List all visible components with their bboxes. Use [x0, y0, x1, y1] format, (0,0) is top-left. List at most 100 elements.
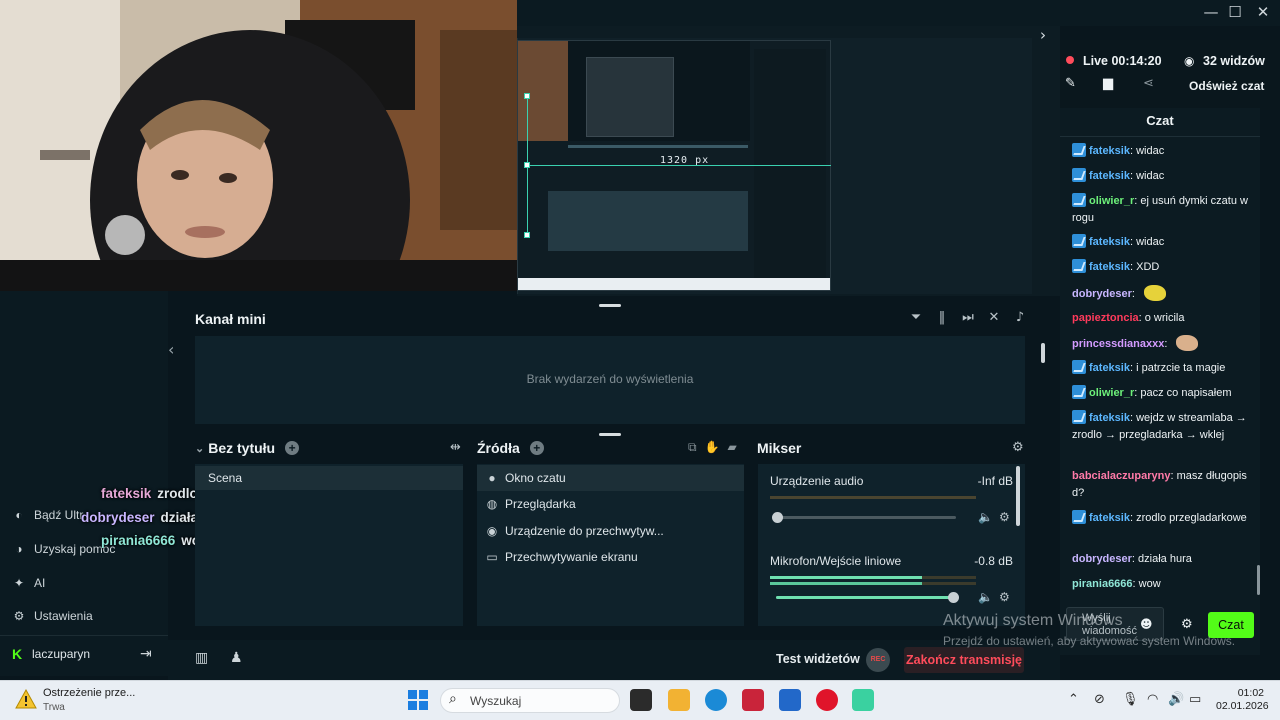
bell-icon[interactable]: ♟ — [230, 650, 243, 666]
volume-icon[interactable]: 🔊 — [1168, 692, 1184, 707]
kick-logo-icon: K — [12, 646, 23, 662]
logout-icon[interactable]: ⇥ — [140, 645, 152, 662]
resize-handle[interactable] — [524, 232, 530, 238]
volume-icon[interactable]: ♪ — [1012, 310, 1028, 325]
test-widgets-button[interactable]: Test widżetów — [776, 652, 860, 666]
antivirus-icon[interactable] — [742, 689, 764, 711]
chat-user[interactable]: princessdianaxxx — [1072, 338, 1164, 350]
file-explorer-icon[interactable] — [668, 689, 690, 711]
source-item[interactable]: ◍ Przeglądarka — [477, 491, 744, 517]
edge-icon[interactable] — [705, 689, 727, 711]
chat-user[interactable]: pirania6666 — [1072, 578, 1133, 590]
help-icon: ◑ — [15, 542, 23, 556]
emoji-icon[interactable]: ☻ — [1140, 617, 1153, 631]
hand-icon[interactable]: ✋ — [705, 440, 720, 455]
chat-title: Czat — [1146, 113, 1174, 128]
badge-icon — [1072, 410, 1086, 424]
chat-user[interactable]: babcialaczuparyny — [1072, 470, 1170, 482]
skip-icon[interactable]: ⏭ — [960, 310, 976, 325]
chat-message: princessdianaxxx: — [1072, 335, 1252, 353]
pencil-icon[interactable]: ✎ — [1065, 76, 1076, 91]
opera-icon[interactable] — [816, 689, 838, 711]
mini-feed-empty: Brak wydarzeń do wyświetlenia — [526, 372, 694, 386]
chevron-down-icon[interactable]: ⌄ — [195, 442, 204, 455]
scrollbar[interactable] — [1041, 343, 1045, 363]
taskbar-search[interactable] — [440, 688, 620, 713]
folder-icon[interactable]: ▰ — [728, 440, 737, 455]
speaker-icon[interactable]: 🔈 — [978, 510, 993, 524]
chevron-up-icon[interactable]: ⌃ — [1068, 692, 1079, 707]
add-scene-button[interactable]: + — [285, 441, 300, 455]
transition-icon[interactable]: ⇹ — [450, 440, 461, 455]
volume-slider[interactable] — [772, 512, 956, 523]
mute-alerts-icon[interactable]: ✕ — [986, 310, 1002, 325]
slider-knob[interactable] — [772, 512, 783, 523]
chat-user[interactable]: dobrydeser — [1072, 288, 1132, 300]
camera-icon[interactable]: ▆ — [1103, 76, 1113, 91]
chat-user[interactable]: fateksik — [1089, 412, 1130, 424]
chat-user[interactable]: fateksik — [1089, 261, 1130, 273]
gear-icon[interactable]: ⚙ — [999, 590, 1010, 604]
chat-user[interactable]: fateksik — [1089, 145, 1130, 157]
slider-knob[interactable] — [948, 592, 959, 603]
sidebar-item-settings[interactable]: ⚙ Ustawienia — [12, 609, 93, 623]
scrollbar[interactable] — [1016, 466, 1020, 526]
wifi-icon[interactable]: ◠ — [1147, 692, 1158, 707]
microphone-icon[interactable]: 🎙 — [1122, 692, 1139, 707]
warning-title[interactable]: Ostrzeżenie prze... — [43, 687, 135, 699]
network-off-icon[interactable]: ⊘ — [1094, 692, 1105, 707]
gear-icon[interactable]: ⚙ — [1012, 440, 1024, 455]
rec-button[interactable]: REC — [866, 648, 890, 672]
minimize-button[interactable]: — — [1200, 3, 1222, 21]
drag-handle[interactable] — [599, 304, 621, 307]
maximize-button[interactable]: ☐ — [1224, 3, 1246, 21]
taskbar-clock[interactable]: 01:02 02.01.2026 — [1216, 687, 1269, 713]
chat-user[interactable]: fateksik — [1089, 170, 1130, 182]
chat-user[interactable]: fateksik — [1089, 236, 1130, 248]
source-item[interactable]: ● Okno czatu — [477, 465, 744, 491]
resize-handle[interactable] — [524, 162, 530, 168]
chevron-right-icon[interactable]: › — [1040, 26, 1046, 44]
chevron-left-icon[interactable]: ‹ — [168, 340, 174, 359]
chat-user[interactable]: oliwier_r — [1089, 387, 1134, 399]
copy-icon[interactable]: ⧉ — [688, 440, 697, 455]
drag-handle[interactable] — [599, 433, 621, 436]
scenes-title[interactable]: Bez tytułu — [208, 440, 275, 456]
sidebar-user[interactable]: K laczuparyn — [12, 647, 90, 661]
pause-icon[interactable]: ‖ — [934, 310, 950, 325]
add-source-button[interactable]: + — [529, 441, 544, 455]
scene-item[interactable]: Scena — [195, 466, 463, 490]
gear-icon[interactable]: ⚙ — [999, 510, 1010, 524]
scrollbar[interactable] — [1257, 565, 1260, 595]
chat-message: papieztoncia: o wricila — [1072, 312, 1185, 324]
battery-icon[interactable]: ▭ — [1189, 692, 1201, 707]
sidebar-item-help[interactable]: ◑ Uzyskaj pomoc — [12, 542, 115, 556]
close-button[interactable]: ✕ — [1252, 3, 1274, 21]
task-view-icon[interactable] — [630, 689, 652, 711]
resize-handle[interactable] — [524, 93, 530, 99]
sidebar-item-ai[interactable]: ✦ AI — [12, 576, 45, 590]
source-item[interactable]: ◉ Urządzenie do przechwytyw... — [477, 518, 744, 544]
windows-start-icon[interactable] — [408, 690, 428, 710]
share-icon[interactable]: ⋖ — [1143, 76, 1154, 91]
chat-user[interactable]: papieztoncia — [1072, 312, 1139, 324]
source-item[interactable]: ▭ Przechwytywanie ekranu — [477, 544, 744, 570]
streamlabs-icon[interactable] — [852, 689, 874, 711]
refresh-chat-button[interactable]: Odśwież czat — [1189, 79, 1264, 93]
chat-user[interactable]: dobrydeser — [1072, 553, 1132, 565]
speaker-icon[interactable]: 🔈 — [978, 590, 993, 604]
filter-icon[interactable]: ⏷ — [908, 310, 924, 325]
gear-icon[interactable]: ⚙ — [1181, 617, 1193, 632]
chat-user[interactable]: fateksik — [1089, 362, 1130, 374]
chat-user[interactable]: fateksik — [1089, 512, 1130, 524]
chat-user[interactable]: oliwier_r — [1089, 195, 1134, 207]
stats-icon[interactable]: ▥ — [195, 650, 208, 666]
volume-slider[interactable] — [776, 592, 959, 603]
warning-icon[interactable] — [15, 689, 37, 709]
live-timer: Live 00:14:20 — [1083, 54, 1162, 68]
sidebar-item-ultra[interactable]: ◐ Bądź Ultr — [12, 508, 83, 522]
chat-text: zrodlo przegladarkowe — [1136, 512, 1247, 524]
end-stream-button[interactable]: Zakończ transmisję — [904, 647, 1024, 673]
clock-date: 02.01.2026 — [1216, 700, 1269, 712]
store-icon[interactable] — [779, 689, 801, 711]
